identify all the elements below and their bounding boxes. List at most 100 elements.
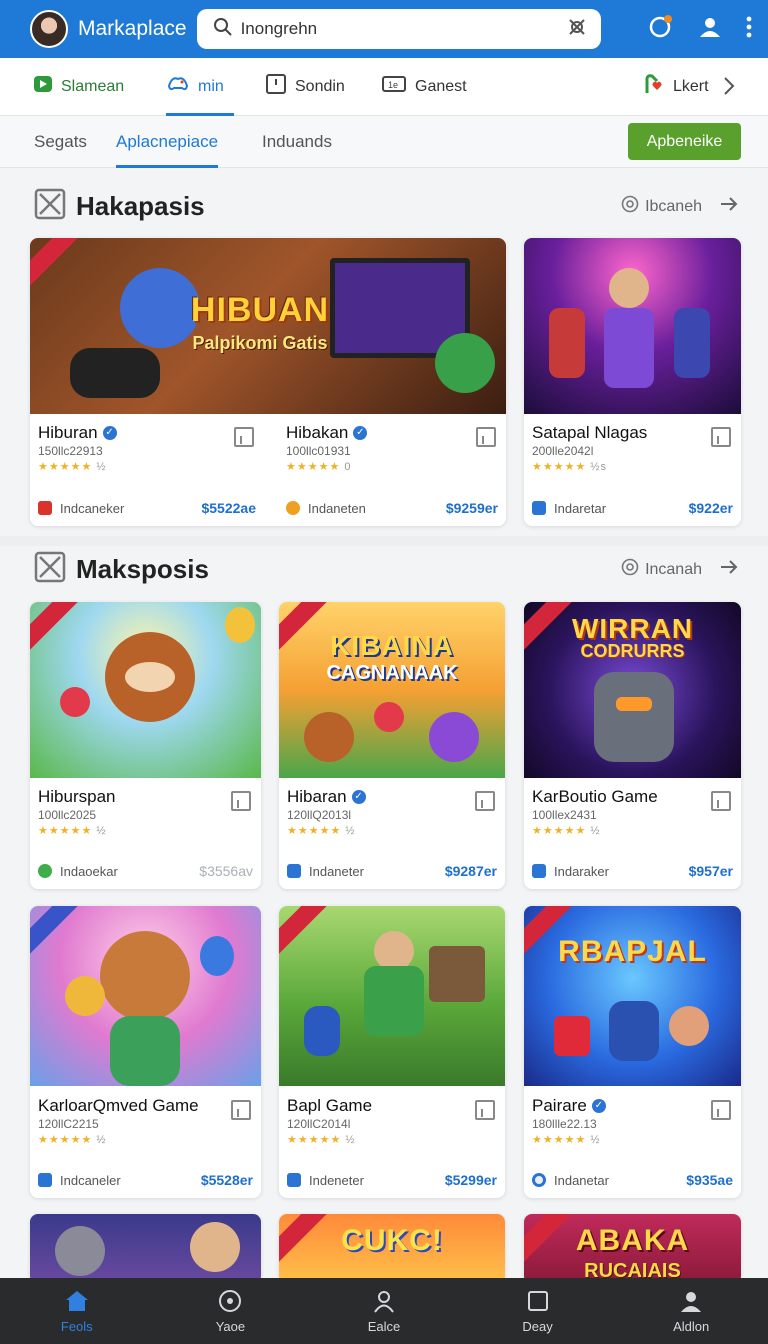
bookmark-icon[interactable] — [711, 791, 731, 811]
bookmark-icon[interactable] — [475, 791, 495, 811]
bookmark-icon[interactable] — [231, 791, 251, 811]
game-card[interactable]: KarloarQmved Game 120llC2215 ★★★★★ ½ Ind… — [30, 906, 261, 1198]
price: $957er — [688, 863, 733, 879]
game-art-title: ABAKA — [575, 1224, 690, 1257]
game-title-text: Hiburan — [38, 423, 98, 442]
game-thumbnail — [279, 906, 505, 1086]
sub-tab-induands[interactable]: Induands — [262, 116, 332, 168]
ribbon-badge — [30, 238, 83, 290]
game-card[interactable]: Bapl Game 120llC2014l ★★★★★ ½ Indeneter … — [279, 906, 505, 1198]
game-card[interactable]: Satapal Nlagas 200lle2042l ★★★★★ ½s Inda… — [524, 238, 741, 526]
game-art-title: HIBUAN — [190, 290, 330, 329]
nav-item-deay[interactable]: Deay — [488, 1289, 588, 1334]
game-meta: 100llex2431 — [532, 808, 597, 822]
game-thumbnail: WIRRAN CODRURRS — [524, 602, 741, 778]
category-tab-min[interactable]: min — [166, 58, 234, 116]
avatar[interactable] — [30, 10, 68, 48]
category-tab-label: Ganest — [415, 77, 467, 95]
nav-item-yaoe[interactable]: Yaoe — [180, 1289, 280, 1334]
see-more-link[interactable]: Incanah — [621, 558, 738, 581]
game-meta: 200lle2042l — [532, 444, 594, 458]
game-thumbnail: RBAPJAL — [524, 906, 741, 1086]
game-footer: Indaneter $9287er — [287, 863, 497, 879]
bookmark-icon[interactable] — [475, 1100, 495, 1120]
bookmark-icon[interactable] — [711, 427, 731, 447]
rating-stars: ★★★★★ ½ — [38, 825, 107, 837]
game-card[interactable]: Hiburspan 100llc2025 ★★★★★ ½ Indaoekar $… — [30, 602, 261, 889]
bookmark-icon[interactable] — [234, 427, 254, 447]
see-more-link[interactable]: Ibcaneh — [621, 195, 738, 218]
game-thumbnail: CUKC! — [279, 1214, 505, 1284]
search-bar[interactable] — [196, 9, 601, 49]
sub-tab-aplacnepiace[interactable]: Aplacnepiace — [116, 116, 219, 168]
sub-tab-segats[interactable]: Segats — [34, 116, 87, 168]
section-header: Hakapasis Ibcaneh — [34, 188, 738, 225]
category-tab-ganest[interactable]: 1e Ganest — [381, 58, 467, 116]
game-title: Hiburan ✓ — [38, 423, 117, 443]
price: $9287er — [444, 863, 497, 879]
profile-icon[interactable] — [698, 15, 722, 44]
game-meta: 120llQ2013l — [287, 808, 352, 822]
game-thumbnail — [30, 906, 261, 1086]
developer-icon — [532, 864, 546, 878]
price: $5528er — [200, 1172, 253, 1188]
game-card[interactable]: CUKC! — [279, 1214, 505, 1284]
game-thumbnail — [524, 238, 741, 414]
square-icon — [526, 1289, 550, 1316]
nav-item-feols[interactable]: Feols — [27, 1289, 127, 1334]
section-header: Maksposis Incanah — [34, 551, 738, 588]
game-title-text: Hibaran — [287, 787, 347, 806]
game-card[interactable]: KIBAINA CAGNANAAK Hibaran ✓ 120llQ2013l … — [279, 602, 505, 889]
developer-icon — [38, 501, 52, 515]
price: $935ae — [686, 1172, 733, 1188]
rating-stars: ★★★★★ ½s — [532, 461, 608, 473]
game-card[interactable]: ABAKA RUCAIAIS — [524, 1214, 741, 1284]
game-art-subtitle: Palpikomi Gatis — [192, 333, 328, 354]
nav-item-ealce[interactable]: Ealce — [334, 1289, 434, 1334]
game-card[interactable]: HIBUAN Palpikomi Gatis Hiburan ✓ 150llc2… — [30, 238, 506, 526]
category-tab-sondin[interactable]: Sondin — [265, 58, 345, 116]
developer-icon — [532, 501, 546, 515]
game-card[interactable]: RBAPJAL Pairare ✓ 180llle22.13 ★★★★★ ½ I… — [524, 906, 741, 1198]
bookmark-icon[interactable] — [711, 1100, 731, 1120]
developer-icon — [287, 1173, 301, 1187]
game-title: Hibaran ✓ — [287, 787, 366, 807]
game-footer: Indaoekar $3556av — [38, 863, 253, 879]
bookmark-icon[interactable] — [231, 1100, 251, 1120]
app-bar: Markaplace — [0, 0, 768, 58]
category-tab-lkert[interactable]: Lkert — [643, 58, 709, 116]
game-art-title: RBAPJAL — [558, 934, 707, 968]
developer-name: Indeneter — [309, 1172, 364, 1188]
game-card[interactable]: WIRRAN CODRURRS KarBoutio Game 100llex24… — [524, 602, 741, 889]
search-input[interactable] — [240, 19, 567, 39]
rating-stars: ★★★★★ 0 — [286, 461, 352, 473]
game-title-text: Bapl Game — [287, 1096, 373, 1115]
game-footer: Indcaneler $5528er — [38, 1172, 253, 1188]
developer-name: Indaoekar — [60, 863, 118, 879]
game-title-text: Hibakan — [286, 423, 349, 442]
game-meta: 150llc22913 — [38, 444, 103, 458]
notifications-icon[interactable] — [648, 14, 674, 45]
primary-action-button[interactable]: Apbeneike — [628, 123, 741, 160]
nav-item-aldlon[interactable]: Aldlon — [641, 1289, 741, 1334]
developer-name: Indaneter — [309, 863, 364, 879]
developer-name: Indcaneler — [60, 1172, 121, 1188]
category-tabs: Slamean min Sondin 1e Ganest Lkert — [0, 58, 768, 116]
category-tab-label: min — [198, 77, 224, 95]
clear-search-icon[interactable] — [567, 17, 587, 42]
game-art-title: CUKC! — [341, 1224, 443, 1257]
category-tab-slamean[interactable]: Slamean — [33, 58, 124, 116]
section-title: Hakapasis — [76, 191, 205, 221]
game-card[interactable] — [30, 1214, 261, 1284]
price: $5299er — [444, 1172, 497, 1188]
arrow-right-icon — [720, 196, 738, 217]
verified-icon: ✓ — [351, 790, 366, 804]
bookmark-icon[interactable] — [476, 427, 496, 447]
chevron-right-icon[interactable] — [722, 76, 736, 101]
more-menu-icon[interactable] — [746, 16, 752, 43]
game-title-text: Pairare — [532, 1096, 587, 1115]
game-thumbnail: ABAKA RUCAIAIS — [524, 1214, 741, 1284]
verified-icon: ✓ — [591, 1099, 606, 1113]
nav-label: Feols — [60, 1318, 93, 1334]
console-icon: 1e — [381, 74, 407, 99]
